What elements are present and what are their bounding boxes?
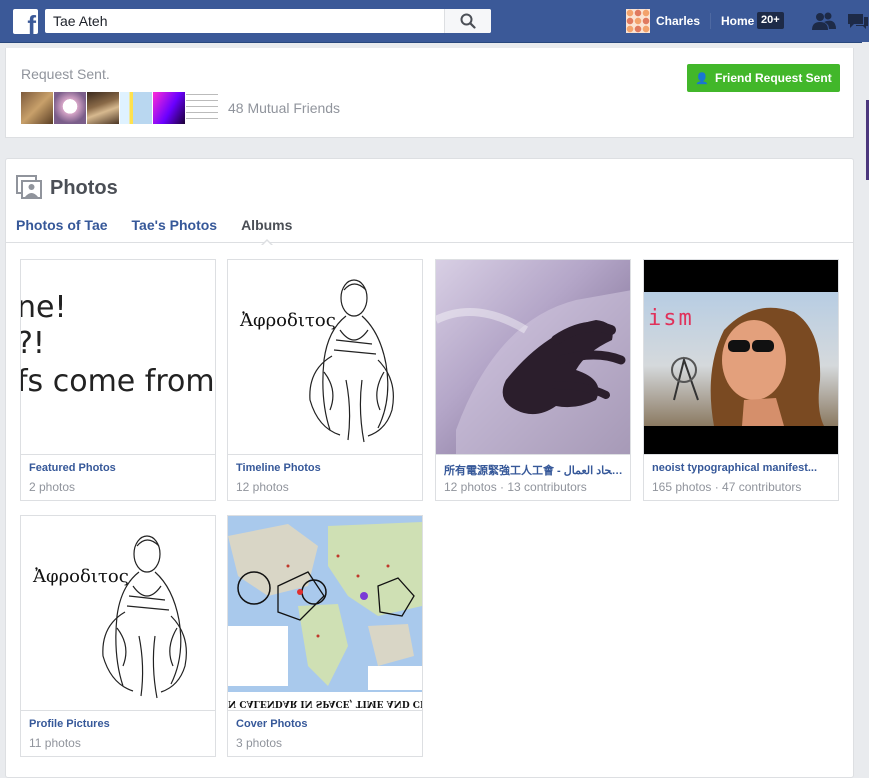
cover-text: ne!	[21, 290, 67, 325]
friend-request-card: Request Sent. 48 Mutual Friends 👤 Friend…	[5, 48, 854, 138]
friend-request-sent-button[interactable]: 👤 Friend Request Sent	[687, 64, 840, 92]
album-name[interactable]: Timeline Photos	[236, 462, 416, 474]
album-meta: 2 photos	[29, 480, 76, 494]
photos-tabs: Photos of Tae Tae's Photos Albums	[16, 217, 316, 246]
album-card[interactable]: ne! ?! fs come from Featured Photos 2 ph…	[20, 259, 216, 501]
home-link[interactable]: Home	[721, 14, 754, 28]
avatar	[626, 9, 650, 33]
top-navigation-bar: f Charles Home 20+	[0, 0, 869, 43]
aphrodite-drawing	[309, 279, 394, 443]
search-button[interactable]	[444, 9, 491, 33]
profile-shortcut[interactable]: Charles	[626, 9, 700, 33]
mutual-friend-thumbnail[interactable]	[54, 92, 86, 124]
cover-text: N CALENDAR IN SPACE, TIME AND CLASS I	[228, 698, 422, 708]
search-input[interactable]	[45, 9, 448, 33]
messages-icon[interactable]	[846, 12, 869, 32]
album-card[interactable]: ism neoist typographical manifest... 165…	[643, 259, 839, 501]
photos-icon	[16, 175, 42, 199]
hand-photo	[436, 290, 630, 454]
tab-photos-of[interactable]: Photos of Tae	[16, 217, 108, 233]
tabs-divider	[6, 242, 853, 243]
album-name[interactable]: Profile Pictures	[29, 718, 209, 730]
album-name[interactable]: neoist typographical manifest...	[652, 462, 832, 474]
cover-text: fs come from	[21, 364, 215, 399]
mutual-friends-link[interactable]: 48 Mutual Friends	[228, 100, 340, 116]
user-name: Charles	[656, 14, 701, 28]
search-box	[45, 9, 491, 33]
photos-header: Photos	[16, 175, 118, 201]
album-cover[interactable]: N CALENDAR IN SPACE, TIME AND CLASS I	[228, 516, 422, 711]
tab-user-photos[interactable]: Tae's Photos	[132, 217, 218, 233]
album-card[interactable]: Ἀφροδιτος Timeline Photos 12 photos	[227, 259, 423, 501]
album-name[interactable]: 所有電源緊強工人工會 - اتحاد العمال ...	[444, 462, 624, 478]
mutual-friend-thumbnail[interactable]	[21, 92, 53, 124]
mutual-friends-thumbnails	[21, 92, 219, 124]
album-cover[interactable]: Ἀφροδιτος	[228, 260, 422, 455]
album-meta: 12 photos	[236, 480, 289, 494]
album-name[interactable]: Cover Photos	[236, 718, 416, 730]
world-map-image	[228, 516, 422, 710]
friend-request-sent-label: Friend Request Sent	[715, 71, 832, 85]
notification-badge[interactable]: 20+	[757, 12, 784, 29]
album-cover[interactable]: ne! ?! fs come from	[21, 260, 215, 455]
cover-text: ?!	[21, 326, 45, 361]
section-title[interactable]: Photos	[50, 177, 118, 200]
person-photo	[671, 307, 824, 426]
album-meta: 12 photos · 13 contributors	[444, 480, 587, 494]
add-friend-icon: 👤	[695, 72, 709, 85]
mutual-friend-thumbnail[interactable]	[87, 92, 119, 124]
photos-section: Photos Photos of Tae Tae's Photos Albums…	[5, 158, 854, 778]
mutual-friend-thumbnail[interactable]	[153, 92, 185, 124]
mutual-friend-thumbnail[interactable]	[186, 92, 218, 124]
request-status: Request Sent.	[21, 66, 110, 82]
album-cover[interactable]: ism	[644, 260, 838, 455]
friends-icon[interactable]	[812, 12, 836, 32]
search-icon	[460, 13, 476, 29]
facebook-logo-icon[interactable]: f	[13, 9, 38, 34]
album-cover[interactable]	[436, 260, 630, 455]
album-cover[interactable]: Ἀφροδιτος	[21, 516, 215, 711]
aphrodite-drawing	[102, 535, 187, 699]
album-meta: 3 photos	[236, 736, 283, 750]
album-meta: 165 photos · 47 contributors	[652, 480, 802, 494]
album-card[interactable]: 所有電源緊強工人工會 - اتحاد العمال ... 12 photos …	[435, 259, 631, 501]
album-name[interactable]: Featured Photos	[29, 462, 209, 474]
nav-divider	[710, 13, 711, 29]
mutual-friend-thumbnail[interactable]	[120, 92, 152, 124]
album-meta: 11 photos	[29, 736, 81, 750]
album-card[interactable]: N CALENDAR IN SPACE, TIME AND CLASS I Co…	[227, 515, 423, 757]
album-card[interactable]: Ἀφροδιτος Profile Pictures 11 photos	[20, 515, 216, 757]
tab-albums[interactable]: Albums	[241, 217, 292, 246]
